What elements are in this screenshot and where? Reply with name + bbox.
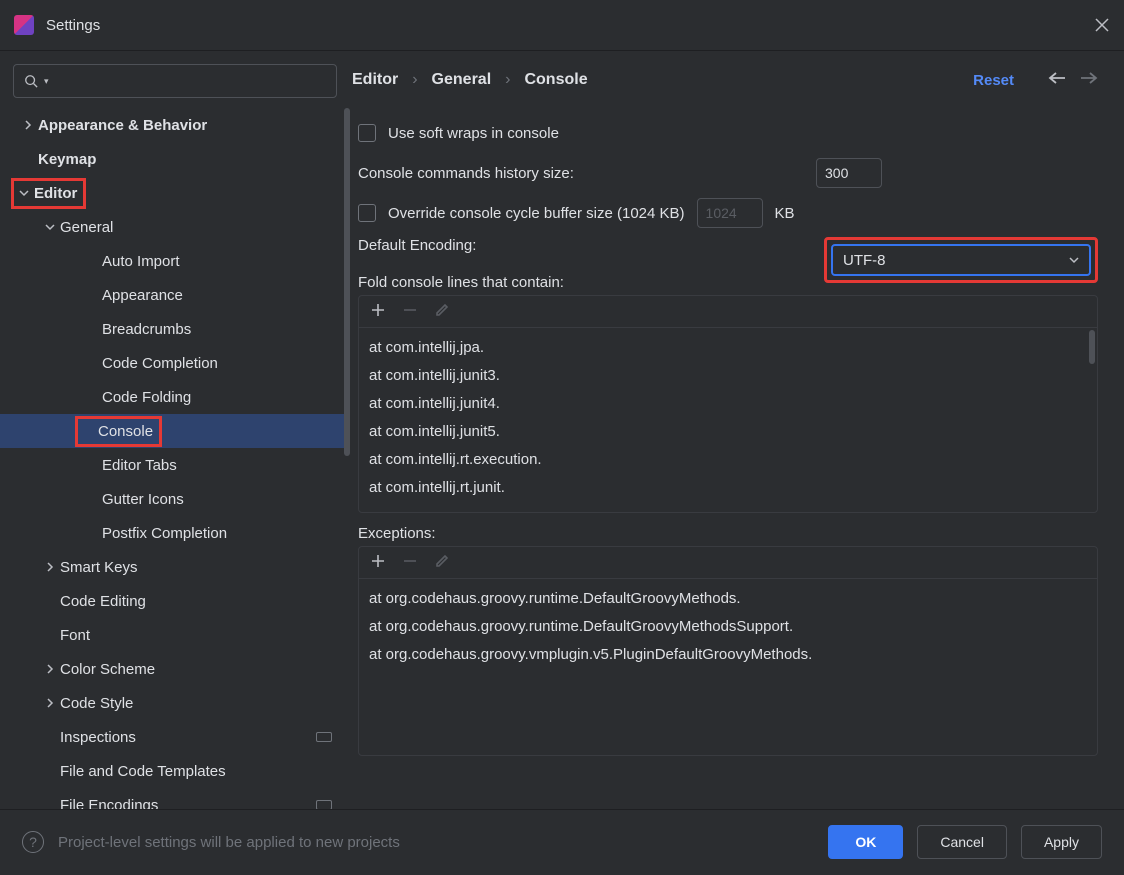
window-title: Settings (46, 17, 100, 34)
tree-item-label: Postfix Completion (102, 525, 227, 542)
chevron-right-icon (18, 120, 38, 130)
tree-item-label: Code Editing (60, 593, 146, 610)
edit-icon (435, 554, 449, 572)
tree-item-editor[interactable]: Editor (0, 176, 344, 210)
search-input[interactable]: ▾ (13, 64, 337, 98)
list-item[interactable]: at org.codehaus.groovy.vmplugin.v5.Plugi… (369, 641, 1087, 669)
list-item[interactable]: at com.intellij.junit3. (369, 362, 1087, 390)
tree-item-breadcrumbs[interactable]: Breadcrumbs (0, 312, 344, 346)
override-buffer-input (697, 198, 763, 228)
chevron-down-icon (1069, 255, 1079, 265)
edit-icon (435, 303, 449, 321)
tree-item-label: File Encodings (60, 797, 158, 810)
tree-item-inspections[interactable]: Inspections (0, 720, 344, 754)
tree-item-label: Code Folding (102, 389, 191, 406)
tree-item-label: Editor (34, 185, 77, 202)
tree-item-label: Color Scheme (60, 661, 155, 678)
tree-item-label: File and Code Templates (60, 763, 226, 780)
tree-item-console[interactable]: Console (0, 414, 344, 448)
tree-item-editor-tabs[interactable]: Editor Tabs (0, 448, 344, 482)
chevron-right-icon (40, 664, 60, 674)
exceptions-label: Exceptions: (358, 525, 1098, 542)
tree-item-code-completion[interactable]: Code Completion (0, 346, 344, 380)
history-size-label: Console commands history size: (358, 165, 574, 182)
chevron-down-icon (14, 188, 34, 198)
tree-item-smart-keys[interactable]: Smart Keys (0, 550, 344, 584)
fold-lines-list[interactable]: at com.intellij.jpa.at com.intellij.juni… (358, 295, 1098, 513)
project-badge-icon (316, 800, 332, 809)
list-item[interactable]: at org.codehaus.groovy.runtime.DefaultGr… (369, 613, 1087, 641)
tree-item-label: Console (98, 423, 153, 440)
encoding-label: Default Encoding: (358, 237, 812, 254)
override-buffer-checkbox[interactable] (358, 204, 376, 222)
chevron-right-icon (40, 698, 60, 708)
tree-item-font[interactable]: Font (0, 618, 344, 652)
footer-hint: Project-level settings will be applied t… (58, 834, 400, 851)
tree-item-code-editing[interactable]: Code Editing (0, 584, 344, 618)
settings-tree[interactable]: Appearance & Behavior Keymap Editor General… (0, 108, 350, 809)
tree-item-general[interactable]: General (0, 210, 344, 244)
list-item[interactable]: at com.intellij.junit4. (369, 390, 1087, 418)
tree-item-label: Gutter Icons (102, 491, 184, 508)
cancel-button[interactable]: Cancel (917, 825, 1007, 859)
fold-lines-label: Fold console lines that contain: (358, 274, 812, 291)
breadcrumb: Editor› General› Console (352, 71, 588, 89)
back-button[interactable] (1048, 71, 1066, 89)
tree-item-label: Appearance & Behavior (38, 117, 207, 134)
override-buffer-unit: KB (775, 205, 795, 222)
add-icon[interactable] (371, 554, 385, 572)
tree-item-label: Appearance (102, 287, 183, 304)
list-item[interactable]: at com.intellij.rt.junit. (369, 474, 1087, 502)
tree-item-label: Breadcrumbs (102, 321, 191, 338)
tree-item-label: Code Style (60, 695, 133, 712)
scrollbar[interactable] (1089, 330, 1095, 364)
tree-item-label: Editor Tabs (102, 457, 177, 474)
tree-item-color-scheme[interactable]: Color Scheme (0, 652, 344, 686)
tree-item-auto-import[interactable]: Auto Import (0, 244, 344, 278)
tree-item-code-style[interactable]: Code Style (0, 686, 344, 720)
tree-item-label: General (60, 219, 113, 236)
list-item[interactable]: at com.intellij.junit5. (369, 418, 1087, 446)
project-badge-icon (316, 732, 332, 742)
help-button[interactable]: ? (22, 831, 44, 853)
chevron-down-icon (40, 222, 60, 232)
search-icon (24, 74, 38, 88)
remove-icon (403, 554, 417, 572)
history-size-input[interactable] (816, 158, 882, 188)
forward-button (1080, 71, 1098, 89)
reset-button[interactable]: Reset (973, 72, 1014, 89)
tree-item-file-encodings[interactable]: File Encodings (0, 788, 344, 809)
app-icon (14, 15, 34, 35)
exceptions-list[interactable]: at org.codehaus.groovy.runtime.DefaultGr… (358, 546, 1098, 756)
override-buffer-label: Override console cycle buffer size (1024… (388, 205, 685, 222)
tree-item-postfix-completion[interactable]: Postfix Completion (0, 516, 344, 550)
soft-wraps-checkbox[interactable] (358, 124, 376, 142)
chevron-right-icon (40, 562, 60, 572)
tree-item-file-and-code-templates[interactable]: File and Code Templates (0, 754, 344, 788)
encoding-select[interactable]: UTF-8 (831, 244, 1091, 276)
list-item[interactable]: at org.codehaus.groovy.runtime.DefaultGr… (369, 585, 1087, 613)
tree-item-keymap[interactable]: Keymap (0, 142, 344, 176)
tree-item-label: Code Completion (102, 355, 218, 372)
soft-wraps-label: Use soft wraps in console (388, 125, 559, 142)
tree-item-label: Inspections (60, 729, 136, 746)
tree-item-label: Auto Import (102, 253, 180, 270)
apply-button[interactable]: Apply (1021, 825, 1102, 859)
remove-icon (403, 303, 417, 321)
tree-item-label: Smart Keys (60, 559, 138, 576)
close-icon[interactable] (1094, 17, 1110, 33)
tree-item-appearance-behavior[interactable]: Appearance & Behavior (0, 108, 344, 142)
search-dropdown-icon: ▾ (44, 76, 49, 87)
list-item[interactable]: at com.intellij.jpa. (369, 334, 1087, 362)
tree-item-label: Font (60, 627, 90, 644)
tree-item-appearance[interactable]: Appearance (0, 278, 344, 312)
tree-item-label: Keymap (38, 151, 96, 168)
list-item[interactable]: at com.intellij.rt.execution. (369, 446, 1087, 474)
ok-button[interactable]: OK (828, 825, 903, 859)
add-icon[interactable] (371, 303, 385, 321)
tree-item-gutter-icons[interactable]: Gutter Icons (0, 482, 344, 516)
tree-item-code-folding[interactable]: Code Folding (0, 380, 344, 414)
